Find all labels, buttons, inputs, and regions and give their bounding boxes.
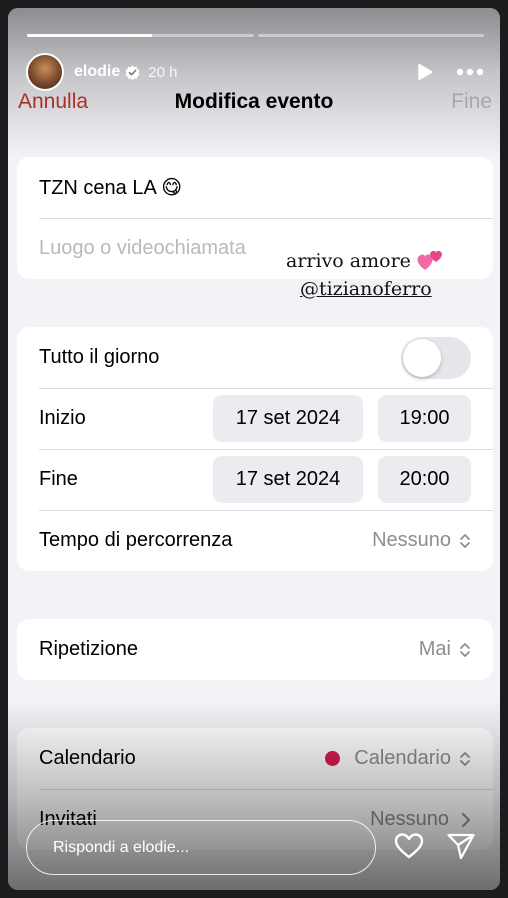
event-timing-card: Tutto il giorno Inizio 17 set 2024 19:00… (17, 327, 493, 571)
travel-time-row[interactable]: Tempo di percorrenza Nessuno (17, 510, 493, 571)
send-icon[interactable] (446, 831, 476, 861)
progress-segment (27, 34, 254, 37)
story-timestamp: 20 h (148, 63, 178, 81)
end-row: Fine 17 set 2024 20:00 (17, 449, 493, 510)
start-date-picker[interactable]: 17 set 2024 (213, 395, 363, 442)
calendar-color-dot (325, 751, 341, 766)
mention-tag[interactable]: @tizianoferro (300, 278, 445, 300)
story-text-sticker: arrivo amore @tizianoferro (286, 248, 445, 300)
invitees-value: Nessuno (370, 808, 449, 830)
start-label: Inizio (39, 407, 86, 429)
hearts-emoji-icon (417, 250, 442, 270)
repeat-value: Mai (418, 638, 451, 660)
event-title-row[interactable]: TZN cena LA 😋 (17, 157, 493, 218)
chevron-right-icon (462, 812, 470, 827)
toggle-knob (403, 338, 441, 377)
location-field[interactable]: Luogo o videochiamata (39, 237, 246, 260)
progress-segment (257, 34, 484, 37)
username[interactable]: elodie (74, 63, 120, 81)
done-button[interactable]: Fine (451, 90, 492, 114)
updown-chevron-icon (460, 642, 470, 657)
story-progress (27, 34, 484, 37)
start-row: Inizio 17 set 2024 19:00 (17, 388, 493, 449)
heart-icon[interactable] (394, 832, 424, 860)
repeat-row[interactable]: Ripetizione Mai (17, 619, 493, 680)
travel-time-label: Tempo di percorrenza (39, 529, 233, 551)
end-date-picker[interactable]: 17 set 2024 (213, 456, 363, 503)
repeat-label: Ripetizione (39, 638, 138, 660)
avatar[interactable] (26, 53, 64, 91)
page-title: Modifica evento (174, 90, 334, 113)
story-header: elodie 20 h (26, 52, 484, 92)
start-time-picker[interactable]: 19:00 (378, 395, 471, 442)
all-day-row: Tutto il giorno (17, 327, 493, 388)
updown-chevron-icon (460, 533, 470, 548)
all-day-toggle[interactable] (401, 336, 471, 379)
sticker-text: arrivo amore (286, 250, 411, 272)
updown-chevron-icon (460, 751, 470, 766)
verified-badge-icon (125, 64, 140, 80)
travel-time-value: Nessuno (372, 529, 451, 551)
end-label: Fine (39, 468, 78, 490)
reply-input[interactable]: Rispondi a elodie... (26, 820, 376, 875)
all-day-label: Tutto il giorno (39, 346, 160, 368)
end-time-picker[interactable]: 20:00 (378, 456, 471, 503)
more-icon[interactable] (456, 68, 484, 76)
calendar-value: Calendario (354, 747, 451, 769)
calendar-row[interactable]: Calendario Calendario (17, 728, 493, 789)
reply-placeholder: Rispondi a elodie... (53, 838, 190, 856)
play-icon[interactable] (416, 63, 434, 81)
repeat-card: Ripetizione Mai (17, 619, 493, 680)
story-viewer[interactable]: Annulla Modifica evento Fine TZN cena LA… (8, 8, 500, 890)
calendar-label: Calendario (39, 747, 136, 769)
event-title-field[interactable]: TZN cena LA 😋 (39, 175, 182, 200)
